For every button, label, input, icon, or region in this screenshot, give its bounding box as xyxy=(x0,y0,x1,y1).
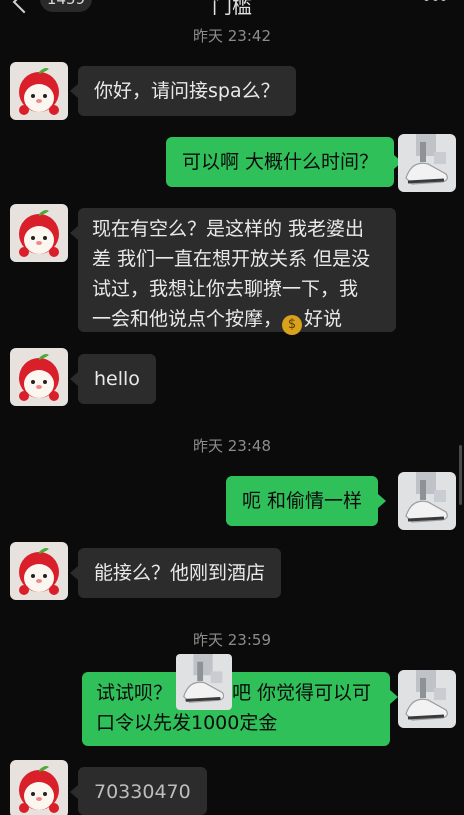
sneaker-photo-avatar-icon xyxy=(398,670,456,728)
unread-count-badge[interactable]: 1459 xyxy=(40,0,92,12)
sneaker-photo-avatar-icon xyxy=(176,654,232,710)
apple-mascot-avatar-icon xyxy=(10,62,68,120)
message-bubble-incoming[interactable]: hello xyxy=(70,354,156,404)
message-bubble-incoming[interactable]: 你好，请问接spa么？ xyxy=(70,66,296,116)
contact-avatar[interactable] xyxy=(10,542,68,600)
message-bubble-outgoing[interactable]: 呃 和偷情一样 xyxy=(226,476,387,526)
timestamp: 昨天 23:48 xyxy=(193,437,271,455)
apple-mascot-avatar-icon xyxy=(10,542,68,600)
overlapping-photo-thumbnail[interactable] xyxy=(176,654,232,710)
my-avatar[interactable] xyxy=(398,134,456,192)
sneaker-photo-avatar-icon xyxy=(398,472,456,530)
back-chevron-icon[interactable] xyxy=(12,0,36,14)
message-line: 差 我们一直在想开放关系 但是没 xyxy=(92,248,371,270)
more-options-icon[interactable] xyxy=(424,0,446,4)
message-bubble-outgoing[interactable]: 试试呗？吧 你觉得可以可 口令以先发1000定金 xyxy=(82,672,398,746)
apple-mascot-avatar-icon xyxy=(10,204,68,262)
scrollbar[interactable] xyxy=(459,445,462,505)
message-line: 试试呗？吧 你觉得可以可 xyxy=(96,682,372,704)
apple-mascot-avatar-icon xyxy=(10,760,68,815)
my-avatar[interactable] xyxy=(398,472,456,530)
contact-avatar[interactable] xyxy=(10,204,68,262)
message-bubble-incoming[interactable]: 能接么？他刚到酒店 xyxy=(69,548,282,598)
chat-title: 门槛 xyxy=(212,0,252,18)
message-line: 试过，我想让你去聊撩一下，我 xyxy=(92,278,359,300)
apple-mascot-avatar-icon xyxy=(10,348,68,406)
contact-avatar[interactable] xyxy=(10,348,68,406)
sneaker-photo-avatar-icon xyxy=(398,134,456,192)
message-bubble-outgoing[interactable]: 可以啊 大概什么时间？ xyxy=(166,137,403,187)
timestamp: 昨天 23:59 xyxy=(193,631,271,649)
message-line: 口令以先发1000定金 xyxy=(96,712,278,734)
message-line: 现在有空么？是这样的 我老婆出 xyxy=(92,218,365,240)
message-bubble-incoming[interactable]: 70330470 xyxy=(70,767,207,815)
contact-avatar[interactable] xyxy=(10,62,68,120)
my-avatar[interactable] xyxy=(398,670,456,728)
message-bubble-incoming[interactable]: 现在有空么？是这样的 我老婆出 差 我们一直在想开放关系 但是没 试过，我想让你… xyxy=(70,208,396,335)
message-line: 一会和他说点个按摩， $ 好说 xyxy=(92,304,382,335)
top-bar: 1459 门槛 xyxy=(0,0,464,22)
contact-avatar[interactable] xyxy=(10,760,68,815)
money-bag-emoji-icon: $ xyxy=(282,315,303,335)
timestamp: 昨天 23:42 xyxy=(193,27,271,45)
